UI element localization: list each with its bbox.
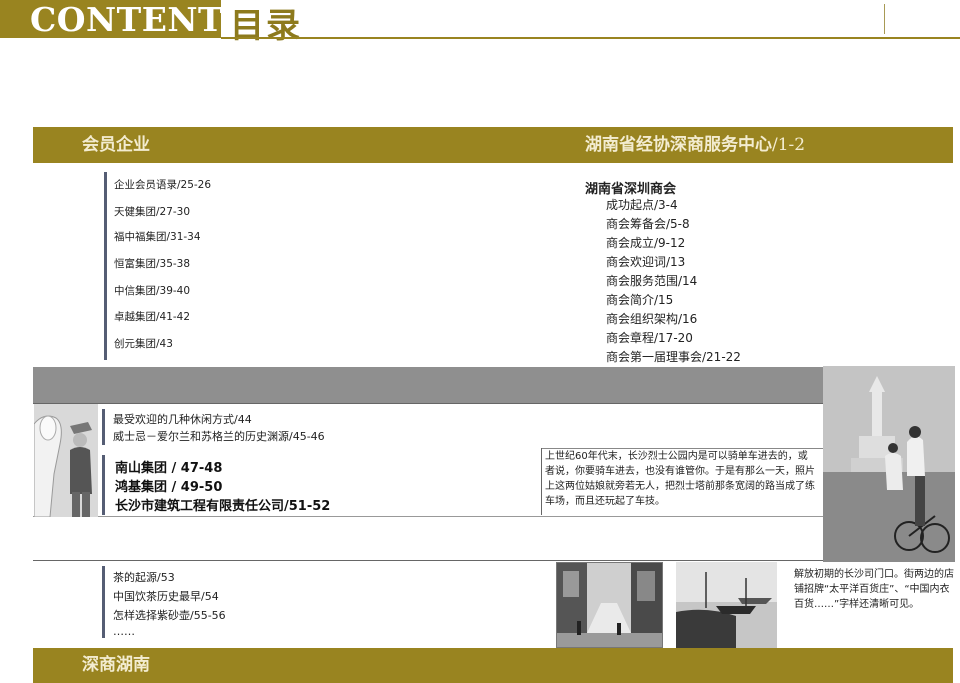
- section2-item[interactable]: ……: [113, 625, 135, 638]
- band-left-label: 会员企业: [82, 135, 150, 155]
- section1-rule: [102, 409, 105, 445]
- section-band-top: [33, 127, 953, 163]
- page-title: CONTENTS: [30, 0, 248, 39]
- section1-item[interactable]: 威士忌－爱尔兰和苏格兰的历史渊源/45-46: [113, 428, 325, 444]
- chamber-item[interactable]: 商会成立/9-12: [606, 234, 685, 251]
- chamber-item[interactable]: 商会组织架构/16: [606, 310, 697, 327]
- band-bottom-label: 深商湖南: [82, 655, 150, 675]
- member-item[interactable]: 企业会员语录/25-26: [114, 177, 211, 192]
- chamber-item[interactable]: 成功起点/3-4: [606, 196, 678, 213]
- header-rule: [221, 37, 960, 39]
- section2-item[interactable]: 怎样选择紫砂壶/55-56: [113, 607, 226, 623]
- band-right-pages: /1-2: [772, 135, 806, 155]
- section2-item[interactable]: 茶的起源/53: [113, 569, 175, 585]
- member-list-rule: [104, 172, 107, 360]
- photo-caption-street: 解放初期的长沙司门口。街两边的店铺招牌“太平洋百货庄”、“中国内衣百货……”字样…: [794, 569, 954, 610]
- caption1-rule: [541, 448, 542, 515]
- band-right-label: 湖南省经协深商服务中心/1-2: [585, 127, 805, 163]
- street-photo: [556, 562, 663, 648]
- company-item[interactable]: 南山集团 / 47-48: [115, 457, 222, 476]
- chamber-item[interactable]: 商会第一届理事会/21-22: [606, 348, 741, 365]
- member-item[interactable]: 卓越集团/41-42: [114, 309, 190, 324]
- section2-item[interactable]: 中国饮茶历史最早/54: [113, 588, 219, 604]
- tower-cyclists-photo: [823, 366, 955, 562]
- chamber-item[interactable]: 商会章程/17-20: [606, 329, 693, 346]
- band-right-text: 湖南省经协深商服务中心: [585, 135, 772, 155]
- chamber-heading[interactable]: 湖南省深圳商会: [585, 178, 676, 197]
- member-item[interactable]: 恒富集团/35-38: [114, 256, 190, 271]
- chamber-item[interactable]: 商会服务范围/14: [606, 272, 697, 289]
- river-boats-photo: [676, 562, 777, 648]
- chamber-item[interactable]: 商会简介/15: [606, 291, 673, 308]
- section1-item[interactable]: 最受欢迎的几种休闲方式/44: [113, 411, 252, 427]
- woman-horse-photo: [34, 404, 98, 517]
- company-item[interactable]: 长沙市建筑工程有限责任公司/51-52: [115, 495, 330, 514]
- photo-caption-bicycle: 上世纪60年代末，长沙烈士公园内是可以骑单车进去的，或者说，你要骑车进去，也没有…: [545, 451, 815, 507]
- rule: [33, 403, 823, 404]
- page-title-cn: 目录: [230, 6, 302, 46]
- section-band-bottom: [33, 648, 953, 683]
- member-item[interactable]: 福中福集团/31-34: [114, 229, 201, 244]
- header-divider: [884, 4, 885, 34]
- section1-companies-rule: [102, 455, 105, 515]
- rule: [33, 516, 823, 517]
- member-item[interactable]: 天健集团/27-30: [114, 204, 190, 219]
- company-item[interactable]: 鸿基集团 / 49-50: [115, 476, 222, 495]
- member-item[interactable]: 创元集团/43: [114, 336, 173, 351]
- chamber-item[interactable]: 商会筹备会/5-8: [606, 215, 690, 232]
- gray-divider-band: [33, 367, 823, 403]
- rule: [33, 560, 823, 561]
- member-item[interactable]: 中信集团/39-40: [114, 283, 190, 298]
- chamber-item[interactable]: 商会欢迎词/13: [606, 253, 685, 270]
- section2-rule: [102, 566, 105, 638]
